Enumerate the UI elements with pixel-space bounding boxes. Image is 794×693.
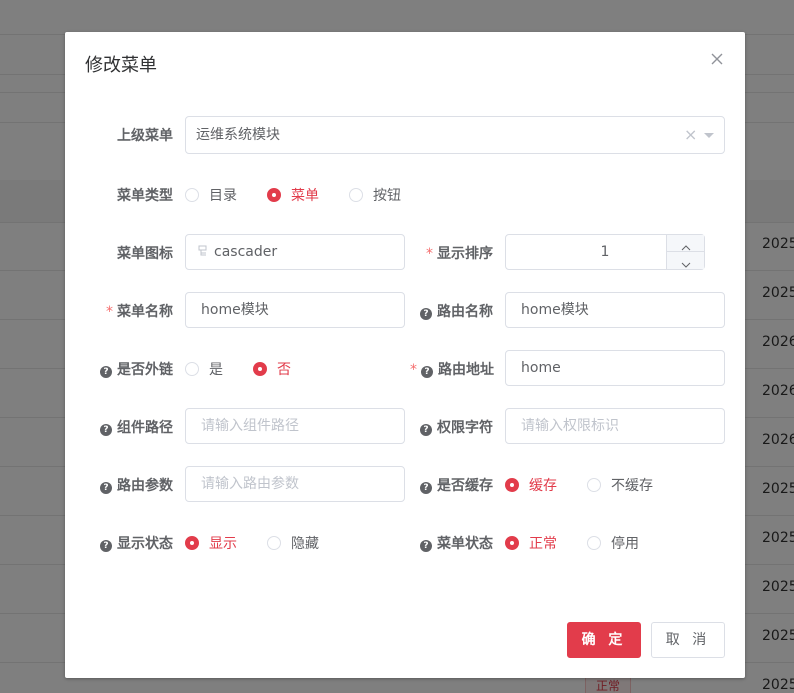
close-icon[interactable] bbox=[709, 51, 725, 67]
menu-icon-input[interactable]: cascader bbox=[185, 234, 405, 270]
menu-type-radio-directory[interactable]: 目录 bbox=[185, 185, 237, 205]
question-circle-icon[interactable]: ? bbox=[420, 482, 432, 494]
decrease-button[interactable] bbox=[666, 252, 704, 269]
radio-label: 停用 bbox=[611, 536, 639, 552]
permission-input[interactable]: 请输入权限标识 bbox=[505, 408, 725, 444]
parent-menu-select[interactable]: 运维系统模块 × bbox=[185, 116, 725, 154]
radio-dot bbox=[505, 536, 519, 550]
question-circle-icon[interactable]: ? bbox=[100, 424, 112, 436]
radio-label: 隐藏 bbox=[291, 536, 319, 552]
radio-label: 缓存 bbox=[529, 478, 557, 494]
route-name-label: ? 路由名称 bbox=[420, 301, 493, 321]
status-radio-normal[interactable]: 正常 bbox=[505, 533, 557, 553]
visible-radio-show[interactable]: 显示 bbox=[185, 533, 237, 553]
display-order-label: * 显示排序 bbox=[426, 246, 493, 262]
radio-label: 不缓存 bbox=[611, 478, 653, 494]
menu-icon-label: 菜单图标 bbox=[117, 246, 173, 262]
status-radio-disabled[interactable]: 停用 bbox=[587, 533, 639, 553]
radio-label: 按钮 bbox=[373, 188, 401, 204]
is-cache-radio-nocache[interactable]: 不缓存 bbox=[587, 475, 653, 495]
cascader-icon bbox=[198, 236, 208, 270]
radio-label: 正常 bbox=[529, 536, 557, 552]
visible-radio-hide[interactable]: 隐藏 bbox=[267, 533, 319, 553]
clear-icon[interactable]: × bbox=[684, 117, 697, 153]
caret-down-icon[interactable] bbox=[704, 117, 714, 153]
menu-type-radio-menu[interactable]: 菜单 bbox=[267, 185, 319, 205]
increase-button[interactable] bbox=[666, 235, 704, 252]
chevron-down-icon bbox=[681, 262, 691, 268]
radio-dot bbox=[349, 188, 363, 202]
menu-name-value: home模块 bbox=[201, 302, 269, 318]
question-circle-icon[interactable]: ? bbox=[420, 540, 432, 552]
question-circle-icon[interactable]: ? bbox=[421, 366, 433, 378]
route-params-placeholder: 请输入路由参数 bbox=[201, 476, 299, 492]
radio-dot bbox=[267, 188, 281, 202]
route-path-label: *? 路由地址 bbox=[410, 362, 494, 378]
radio-dot bbox=[185, 536, 199, 550]
is-external-radio-yes[interactable]: 是 bbox=[185, 359, 223, 379]
question-circle-icon[interactable]: ? bbox=[100, 540, 112, 552]
component-path-placeholder: 请输入组件路径 bbox=[201, 418, 299, 434]
confirm-button[interactable]: 确 定 bbox=[567, 622, 641, 658]
edit-menu-dialog: 修改菜单 上级菜单 运维系统模块 × 菜单类型 目录 菜单 按钮 菜单图标 ca… bbox=[65, 32, 745, 678]
dialog-title: 修改菜单 bbox=[85, 55, 157, 76]
status-label: ? 菜单状态 bbox=[420, 533, 493, 553]
radio-dot bbox=[505, 478, 519, 492]
menu-name-label: * 菜单名称 bbox=[106, 304, 173, 320]
radio-label: 是 bbox=[209, 362, 223, 378]
parent-menu-label: 上级菜单 bbox=[117, 128, 173, 144]
route-params-input[interactable]: 请输入路由参数 bbox=[185, 466, 405, 502]
route-path-value: home bbox=[521, 360, 561, 376]
question-circle-icon[interactable]: ? bbox=[100, 366, 112, 378]
visible-label: ? 显示状态 bbox=[100, 533, 173, 553]
is-cache-label: ? 是否缓存 bbox=[420, 475, 493, 495]
menu-type-label: 菜单类型 bbox=[117, 188, 173, 204]
radio-label: 菜单 bbox=[291, 188, 319, 204]
radio-dot bbox=[185, 188, 199, 202]
question-circle-icon[interactable]: ? bbox=[420, 308, 432, 320]
display-order-input[interactable]: 1 bbox=[505, 234, 705, 270]
radio-label: 显示 bbox=[209, 536, 237, 552]
is-cache-radio-cache[interactable]: 缓存 bbox=[505, 475, 557, 495]
menu-type-radio-button[interactable]: 按钮 bbox=[349, 185, 401, 205]
radio-dot bbox=[267, 536, 281, 550]
permission-placeholder: 请输入权限标识 bbox=[521, 418, 619, 434]
component-path-label: ? 组件路径 bbox=[100, 417, 173, 437]
menu-name-input[interactable]: home模块 bbox=[185, 292, 405, 328]
route-name-input[interactable]: home模块 bbox=[505, 292, 725, 328]
permission-label: ? 权限字符 bbox=[420, 417, 493, 437]
radio-label: 目录 bbox=[209, 188, 237, 204]
radio-dot bbox=[587, 536, 601, 550]
route-params-label: ? 路由参数 bbox=[100, 475, 173, 495]
cancel-button[interactable]: 取 消 bbox=[651, 622, 725, 658]
radio-label: 否 bbox=[277, 362, 291, 378]
display-order-value: 1 bbox=[600, 244, 610, 260]
question-circle-icon[interactable]: ? bbox=[420, 424, 432, 436]
parent-menu-value: 运维系统模块 bbox=[196, 127, 280, 143]
is-external-label: ? 是否外链 bbox=[100, 359, 173, 379]
route-name-value: home模块 bbox=[521, 302, 589, 318]
question-circle-icon[interactable]: ? bbox=[100, 482, 112, 494]
route-path-input[interactable]: home bbox=[505, 350, 725, 386]
menu-icon-value: cascader bbox=[214, 244, 278, 260]
is-external-radio-no[interactable]: 否 bbox=[253, 359, 291, 379]
radio-dot bbox=[253, 362, 267, 376]
component-path-input[interactable]: 请输入组件路径 bbox=[185, 408, 405, 444]
radio-dot bbox=[587, 478, 601, 492]
radio-dot bbox=[185, 362, 199, 376]
